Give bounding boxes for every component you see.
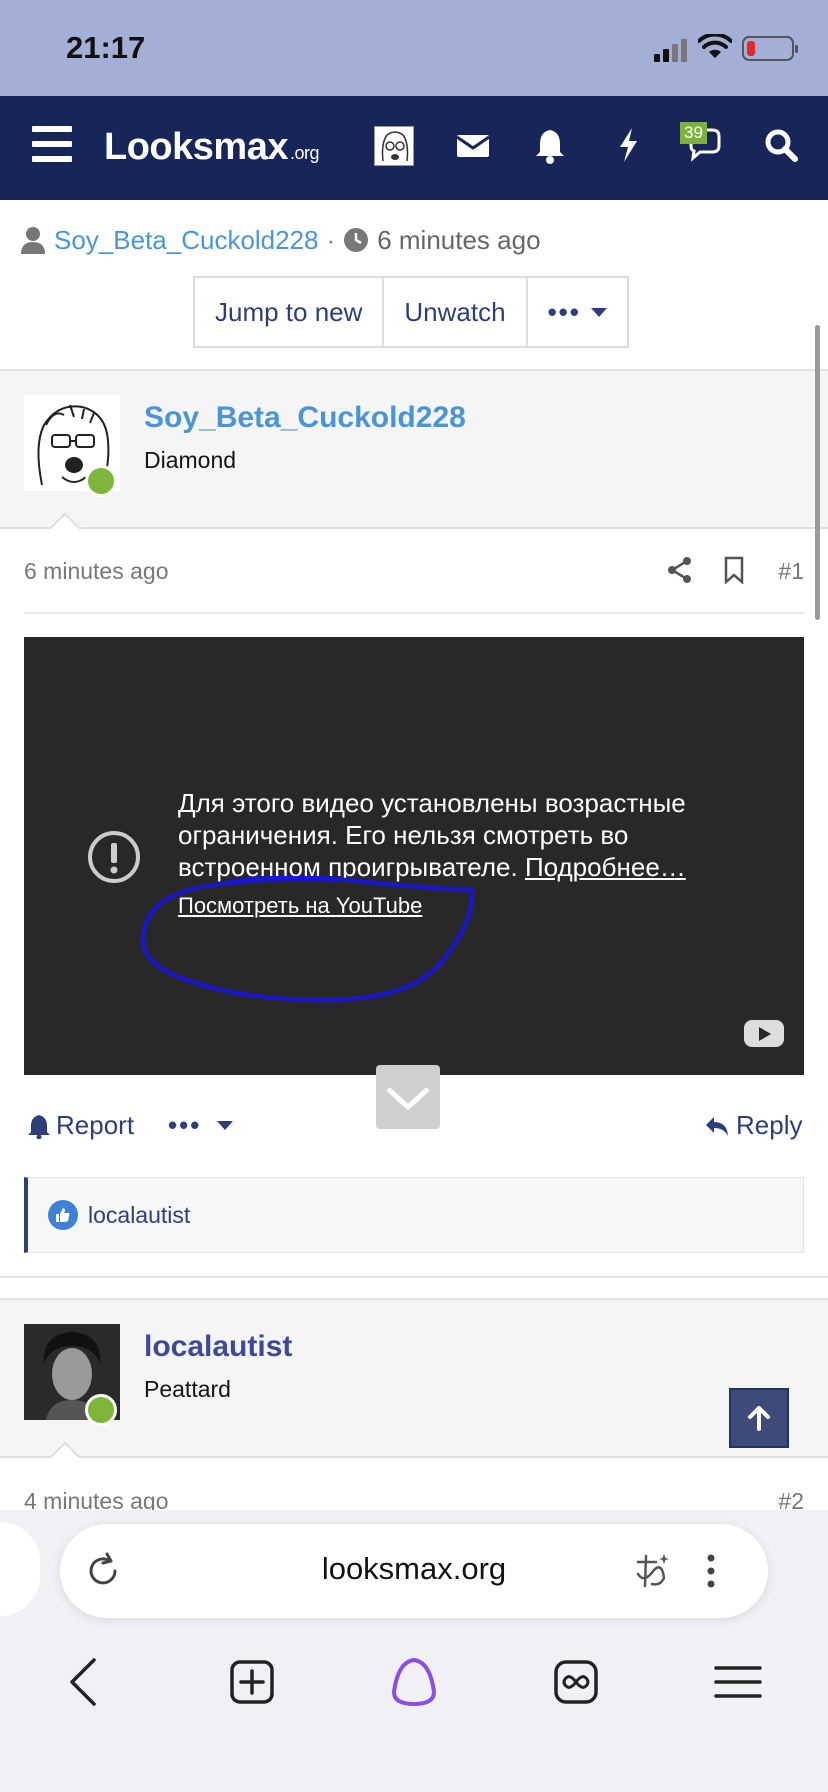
like-icon <box>48 1200 78 1230</box>
post-number[interactable]: #1 <box>778 558 804 585</box>
reply-label: Reply <box>736 1110 803 1140</box>
warning-icon <box>88 831 140 883</box>
cellular-signal-icon <box>654 39 687 62</box>
share-icon[interactable] <box>666 556 694 584</box>
chevron-down-icon <box>590 307 607 317</box>
conversations-badge: 39 <box>680 122 707 144</box>
video-restriction-message: Для этого видео установлены возрастные о… <box>178 787 758 883</box>
account-avatar[interactable] <box>374 126 414 166</box>
more-dots: ••• <box>168 1110 202 1140</box>
status-time: 21:17 <box>66 30 146 65</box>
status-bar: 21:17 <box>0 0 828 96</box>
thread-meta: Soy_Beta_Cuckold228 · 6 minutes ago <box>20 223 541 257</box>
logo-text: Looksmax <box>104 126 288 168</box>
report-button[interactable]: Report <box>28 1110 134 1141</box>
video-embed[interactable]: Для этого видео установлены возрастные о… <box>24 637 804 1075</box>
youtube-logo-icon[interactable] <box>744 1020 784 1047</box>
wifi-icon <box>698 34 732 58</box>
reply-icon <box>706 1116 728 1136</box>
thread-button-group: Jump to new Unwatch ••• <box>193 276 629 348</box>
post-more-button[interactable]: ••• <box>168 1110 234 1141</box>
translate-icon[interactable] <box>630 1550 672 1592</box>
battery-level <box>747 41 755 56</box>
menu-icon[interactable] <box>32 126 72 162</box>
learn-more-link[interactable]: Подробнее… <box>525 852 686 882</box>
bookmark-icon[interactable] <box>720 556 748 584</box>
search-icon[interactable] <box>760 124 802 166</box>
user-title: Peattard <box>144 1376 231 1402</box>
user-icon <box>21 227 45 254</box>
online-indicator <box>85 1394 117 1426</box>
browser-chrome: looksmax.org <box>0 1510 828 1792</box>
post-time[interactable]: 6 minutes ago <box>24 558 168 585</box>
thread-more-button[interactable]: ••• <box>525 278 627 346</box>
soyjak-avatar-icon <box>381 131 409 162</box>
post-separator <box>0 1276 828 1278</box>
meta-separator: · <box>326 224 336 255</box>
user-title: Diamond <box>144 447 237 473</box>
arrow-up-icon <box>748 1406 770 1431</box>
thread-time: 6 minutes ago <box>377 224 541 255</box>
online-indicator <box>85 465 117 497</box>
post-actions: Report ••• Reply <box>0 1110 828 1150</box>
jump-to-new-button[interactable]: Jump to new <box>195 278 383 346</box>
more-dots: ••• <box>547 296 581 327</box>
reply-button[interactable]: Reply <box>704 1110 802 1141</box>
battery-icon <box>742 36 798 61</box>
browser-tab-bar <box>0 1640 828 1730</box>
thread-author[interactable]: Soy_Beta_Cuckold228 <box>54 225 319 256</box>
site-header: Looksmax .org 39 <box>0 96 828 200</box>
user-block-notch <box>49 512 81 544</box>
kebab-menu-icon[interactable] <box>690 1550 732 1592</box>
chevron-down-icon <box>217 1121 234 1130</box>
alice-assistant-icon[interactable] <box>388 1656 440 1708</box>
reactions-bar[interactable]: localautist <box>24 1177 804 1253</box>
reaction-users[interactable]: localautist <box>88 1202 190 1229</box>
page-scrollbar[interactable] <box>815 325 820 620</box>
inbox-icon[interactable] <box>452 124 494 166</box>
post-username[interactable]: Soy_Beta_Cuckold228 <box>144 401 466 435</box>
bell-icon[interactable] <box>529 124 571 166</box>
previous-tab-pill[interactable] <box>0 1522 40 1616</box>
bell-icon <box>28 1114 50 1139</box>
logo-tld: .org <box>289 143 320 163</box>
new-tab-icon[interactable] <box>226 1656 278 1708</box>
user-block-notch <box>49 1441 81 1473</box>
hand-drawn-annotation <box>140 876 474 1003</box>
post-user-block: localautist Peattard <box>0 1298 828 1473</box>
post-user-block: Soy_Beta_Cuckold228 Diamond <box>0 369 828 544</box>
site-logo[interactable]: Looksmax .org <box>104 126 320 169</box>
scroll-to-top-button[interactable] <box>729 1388 789 1448</box>
address-bar[interactable]: looksmax.org <box>60 1524 768 1618</box>
tabs-switcher-icon[interactable] <box>550 1656 602 1708</box>
lightning-icon[interactable] <box>607 124 649 166</box>
menu-icon[interactable] <box>712 1656 764 1708</box>
report-label: Report <box>56 1110 135 1140</box>
unwatch-button[interactable]: Unwatch <box>382 278 526 346</box>
post-divider <box>24 612 804 614</box>
post-username[interactable]: localautist <box>144 1330 292 1364</box>
back-icon[interactable] <box>58 1656 110 1708</box>
clock-icon <box>344 228 369 252</box>
